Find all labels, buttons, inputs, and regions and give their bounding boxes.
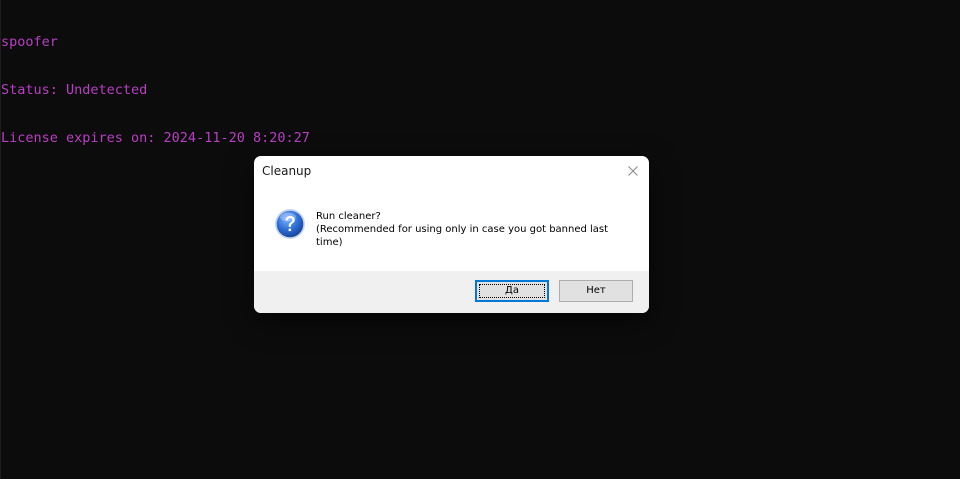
dialog-body: Run cleaner? (Recommended for using only…: [254, 186, 649, 271]
close-icon: [628, 166, 638, 176]
cleanup-dialog: Cleanup Run cleaner? (Recommended for us…: [254, 156, 649, 313]
console-line-license: License expires on: 2024-11-20 8:20:27: [1, 130, 310, 146]
dialog-title: Cleanup: [262, 164, 312, 178]
yes-button[interactable]: Да: [475, 280, 549, 302]
message-question: Run cleaner?: [316, 211, 381, 222]
question-icon: [275, 209, 305, 239]
console-line-app-name: spoofer: [1, 34, 58, 50]
focus-indicator: [479, 284, 545, 298]
console-output: spoofer Status: Undetected License expir…: [1, 2, 310, 178]
dialog-button-bar: Да Нет: [254, 271, 649, 313]
no-button-label: Нет: [586, 285, 606, 296]
no-button[interactable]: Нет: [559, 280, 633, 302]
dialog-titlebar[interactable]: Cleanup: [254, 156, 649, 186]
close-button[interactable]: [620, 159, 646, 183]
console-line-status: Status: Undetected: [1, 82, 148, 98]
dialog-message: Run cleaner? (Recommended for using only…: [316, 210, 636, 249]
message-detail: (Recommended for using only in case you …: [316, 224, 609, 248]
